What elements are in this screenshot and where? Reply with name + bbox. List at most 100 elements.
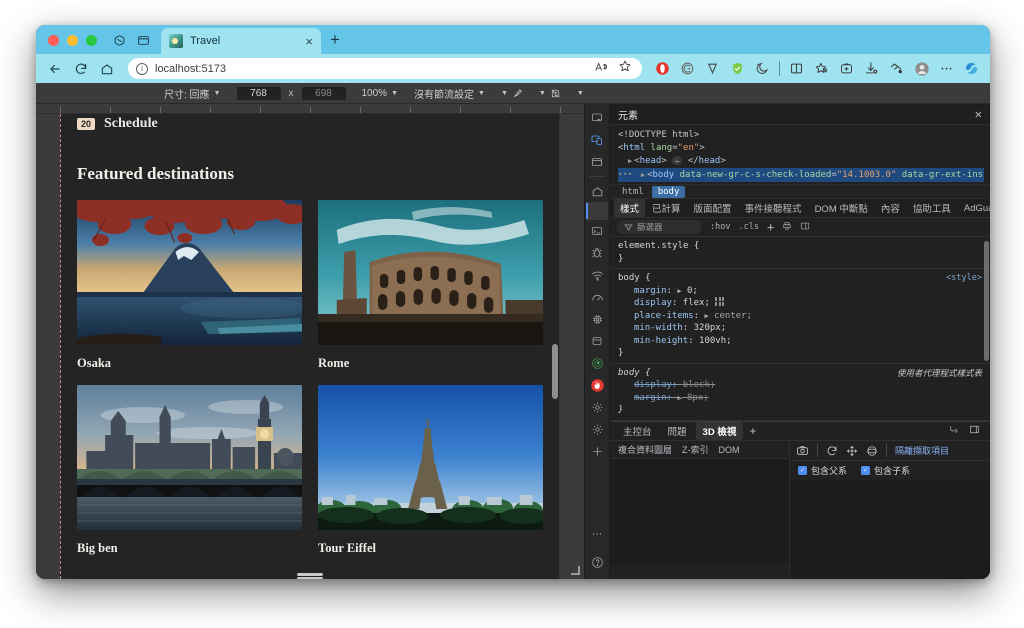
- chevron-down-icon[interactable]: ▼: [501, 90, 508, 97]
- subtab-z-index[interactable]: Z-索引: [682, 443, 709, 456]
- dom-line-doctype[interactable]: <!DOCTYPE html>: [618, 129, 984, 142]
- eiffel-thumbnail[interactable]: [318, 385, 543, 530]
- add-drawer-tab-button[interactable]: +: [745, 424, 756, 438]
- device-posture-group[interactable]: ▼: [493, 88, 531, 99]
- breadcrumb-item-body[interactable]: body: [652, 186, 686, 198]
- new-tab-button[interactable]: +: [330, 30, 340, 50]
- device-toolbar-icon[interactable]: [586, 129, 608, 151]
- browser-essentials-icon[interactable]: [835, 57, 858, 80]
- address-bar[interactable]: i localhost:5173: [128, 58, 642, 79]
- tab-computed[interactable]: 已計算: [646, 199, 687, 217]
- moon-reader-icon[interactable]: [751, 57, 774, 80]
- tab-dom-breakpoints[interactable]: DOM 中斷點: [809, 199, 874, 217]
- declaration-margin[interactable]: margin: ▶ 0;: [618, 285, 982, 298]
- read-aloud-icon[interactable]: [594, 60, 608, 78]
- pan-icon[interactable]: [846, 445, 858, 457]
- chevron-down-icon[interactable]: ▼: [391, 90, 398, 97]
- downloads-icon[interactable]: [860, 57, 883, 80]
- isolate-selection-button[interactable]: 隔離擷取項目: [895, 444, 949, 457]
- close-tab-button[interactable]: ×: [303, 35, 315, 48]
- viewport-height-input[interactable]: 698: [302, 87, 346, 100]
- styles-pane[interactable]: element.style { } <style> body { margin:…: [610, 237, 990, 421]
- zoom-window-button[interactable]: [86, 35, 97, 46]
- tab-properties[interactable]: 內容: [875, 199, 906, 217]
- collections-add-icon[interactable]: [810, 57, 833, 80]
- minimize-window-button[interactable]: [67, 35, 78, 46]
- close-window-button[interactable]: [48, 35, 59, 46]
- zoom-selector[interactable]: 100% ▼: [354, 88, 407, 99]
- style-rule-body[interactable]: <style> body { margin: ▶ 0; display: fle…: [610, 269, 990, 364]
- destination-card[interactable]: Osaka: [77, 200, 302, 371]
- performance-gauge-icon[interactable]: [586, 286, 608, 308]
- opera-icon[interactable]: [651, 57, 674, 80]
- marker-active-icon[interactable]: [586, 202, 608, 220]
- chevron-down-icon[interactable]: ▼: [214, 90, 221, 97]
- destination-card[interactable]: Big ben: [77, 385, 302, 556]
- new-style-rule-button[interactable]: +: [767, 220, 774, 234]
- eyedropper-icon[interactable]: [512, 88, 523, 99]
- split-screen-icon[interactable]: [785, 57, 808, 80]
- viewport-resize-handle-bottom[interactable]: [297, 573, 323, 576]
- home-icon[interactable]: [95, 57, 119, 80]
- network-panel-icon[interactable]: [586, 220, 608, 242]
- tab-accessibility[interactable]: 協助工具: [907, 199, 957, 217]
- subtab-composited-layers[interactable]: 複合資料圖層: [618, 443, 672, 456]
- copilot-sidebar-icon[interactable]: [960, 57, 983, 80]
- shield-green-icon[interactable]: [726, 57, 749, 80]
- print-media-icon[interactable]: [782, 221, 792, 234]
- browser-tab-travel[interactable]: Travel ×: [161, 28, 321, 54]
- destination-card[interactable]: Tour Eiffel: [318, 385, 543, 556]
- help-icon[interactable]: [586, 551, 608, 573]
- collapsed-content-icon[interactable]: …: [672, 156, 682, 165]
- style-rule-element-style[interactable]: element.style { }: [610, 237, 990, 269]
- info-circle-icon[interactable]: i: [136, 63, 148, 75]
- media-query-group[interactable]: ▼: [531, 88, 569, 99]
- device-size-selector[interactable]: 尺寸: 回應 ▼: [156, 86, 229, 101]
- close-drawer-icon[interactable]: [969, 422, 980, 440]
- cpu-chip-icon[interactable]: [586, 308, 608, 330]
- chevron-down-icon[interactable]: ▼: [539, 90, 546, 97]
- hover-state-button[interactable]: :hov: [710, 222, 730, 232]
- declaration-display-overridden[interactable]: display: block;: [618, 379, 982, 392]
- viewport-resize-corner[interactable]: [571, 566, 580, 575]
- checkbox-include-parents[interactable]: ✓ 包含父系: [798, 464, 847, 477]
- settings-drawer-icon[interactable]: [948, 422, 959, 440]
- tab-adguard[interactable]: AdGuard: [958, 201, 990, 216]
- osaka-thumbnail[interactable]: [77, 200, 302, 345]
- grammarly-icon[interactable]: [676, 57, 699, 80]
- three-d-left-stage[interactable]: [610, 459, 789, 563]
- chevron-down-icon[interactable]: ▼: [577, 90, 584, 97]
- reset-view-icon[interactable]: [826, 445, 838, 457]
- tab-layout[interactable]: 版面配置: [688, 199, 738, 217]
- rendered-page[interactable]: 20 Schedule Featured destinations: [60, 114, 560, 579]
- profile-avatar-icon[interactable]: [910, 57, 933, 80]
- emulation-more-button[interactable]: ▼: [569, 90, 592, 97]
- expand-arrow-icon[interactable]: ▶: [704, 312, 708, 320]
- camera-icon[interactable]: [796, 444, 809, 457]
- ghostery-icon[interactable]: [701, 57, 724, 80]
- drawer-tab-3d-view[interactable]: 3D 檢視: [696, 422, 744, 440]
- rome-thumbnail[interactable]: [318, 200, 543, 345]
- class-toggle-button[interactable]: .cls: [738, 222, 758, 232]
- home-icon[interactable]: [586, 180, 608, 202]
- styles-scrollbar[interactable]: [984, 241, 989, 361]
- star-icon[interactable]: [618, 59, 632, 78]
- radar-icon[interactable]: [586, 352, 608, 374]
- flex-badge-icon[interactable]: [715, 297, 724, 306]
- subtab-dom[interactable]: DOM: [719, 445, 740, 455]
- more-vertical-icon[interactable]: [586, 523, 608, 545]
- recording-stop-icon[interactable]: [586, 374, 608, 396]
- drawer-tab-issues[interactable]: 問題: [661, 422, 694, 440]
- expand-arrow-icon[interactable]: ▶: [677, 287, 681, 295]
- tab-list-icon[interactable]: [131, 29, 155, 51]
- bigben-thumbnail[interactable]: [77, 385, 302, 530]
- dom-overflow-dots[interactable]: •••: [618, 170, 635, 179]
- more-options-icon[interactable]: [935, 57, 958, 80]
- destination-card[interactable]: Rome: [318, 200, 543, 371]
- search-input[interactable]: 篩選器: [616, 220, 702, 234]
- rule-source[interactable]: <style>: [946, 272, 982, 285]
- wifi-icon[interactable]: [586, 264, 608, 286]
- storage-icon[interactable]: [586, 330, 608, 352]
- page-scrollbar[interactable]: [552, 344, 558, 399]
- declaration-min-width[interactable]: min-width: 320px;: [618, 322, 982, 335]
